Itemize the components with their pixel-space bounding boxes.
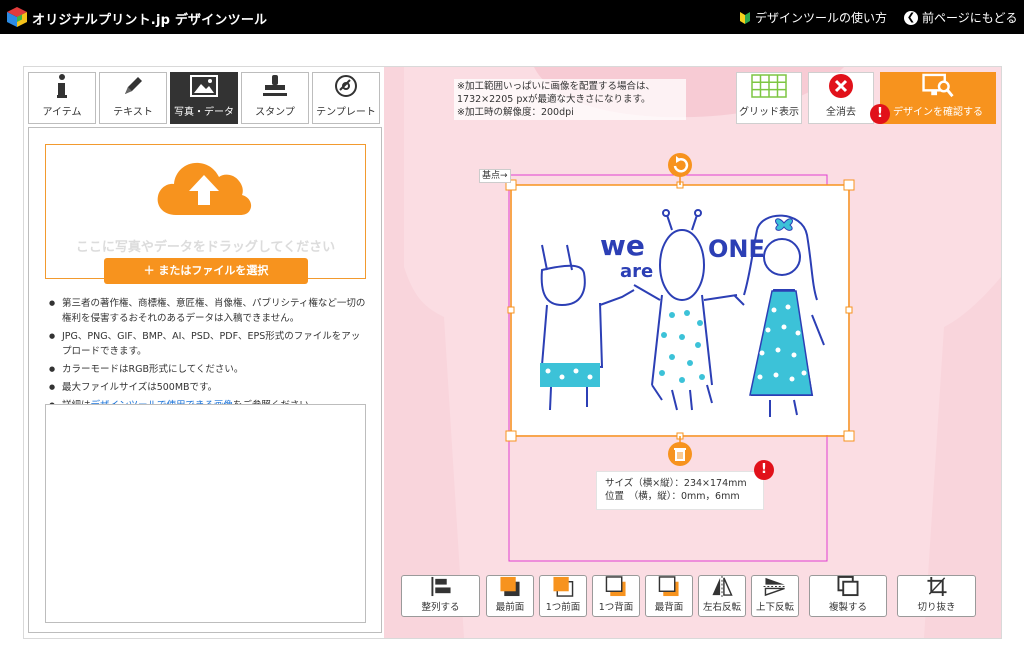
size-readout: サイズ（横×縦）：234×174mm xyxy=(605,478,747,489)
tab-stamp-label: スタンプ xyxy=(255,107,295,118)
send-backward-icon xyxy=(605,576,626,597)
note-item: カラーモードはRGB形式にしてください。 xyxy=(49,362,369,377)
rotate-icon[interactable] xyxy=(667,152,693,178)
flip-horizontal-label: 左右反転 xyxy=(702,602,741,613)
align-icon xyxy=(430,576,451,597)
confirm-design-label: デザインを確認する xyxy=(893,107,983,118)
tab-photo-data[interactable]: 写真・データ xyxy=(170,72,238,124)
warning-icon: ! xyxy=(870,104,890,124)
help-link[interactable]: デザインツールの使い方 xyxy=(738,9,887,26)
bring-forward-button[interactable]: 1つ前面 xyxy=(539,575,587,617)
crop-button[interactable]: 切り抜き xyxy=(897,575,976,617)
confirm-design-button[interactable]: デザインを確認する xyxy=(880,72,996,124)
send-backward-button[interactable]: 1つ背面 xyxy=(592,575,640,617)
duplicate-label: 複製する xyxy=(828,602,867,613)
tab-text-label: テキスト xyxy=(113,107,153,118)
drop-text: ここに写真やデータをドラッグしてください xyxy=(75,240,336,255)
grid-toggle-button[interactable]: グリッド表示 xyxy=(736,72,802,124)
size-position-info: サイズ（横×縦）：234×174mm 位置 （横，縦）：0mm，6mm xyxy=(596,471,764,510)
cloud-upload-icon xyxy=(157,162,252,215)
flip-vertical-icon xyxy=(763,577,787,597)
beginner-mark-icon xyxy=(740,11,750,24)
print-size-hint: ※加工範囲いっぱいに画像を配置する場合は、 1732×2205 pxが最適な大き… xyxy=(454,79,686,120)
tab-photo-data-label: 写真・データ xyxy=(174,107,234,118)
help-link-label: デザインツールの使い方 xyxy=(755,11,888,25)
crop-icon xyxy=(926,576,947,597)
back-arrow-icon: ❮ xyxy=(904,10,918,25)
info-icon xyxy=(47,73,77,99)
upload-panel: ここに写真やデータをドラッグしてください ＋ またはファイルを選択 第三者の著作… xyxy=(28,127,382,633)
base-point-label: 基点→ xyxy=(479,169,511,183)
resize-handle-sw xyxy=(505,430,517,442)
resize-handle-se xyxy=(843,430,855,442)
monitor-search-icon xyxy=(922,73,954,98)
back-link-label: 前ページにもどる xyxy=(922,11,1018,25)
align-label: 整列する xyxy=(421,602,460,613)
tab-item[interactable]: アイテム xyxy=(28,72,96,124)
tab-template-label: テンプレート xyxy=(316,107,376,118)
trash-icon[interactable] xyxy=(667,441,693,467)
top-bar: オリジナルプリント.jp デザインツール デザインツールの使い方 ❮ 前ページに… xyxy=(0,0,1024,34)
brand-title[interactable]: オリジナルプリント.jp デザインツール xyxy=(32,9,267,28)
tab-template[interactable]: テンプレート xyxy=(312,72,380,124)
upload-dropzone[interactable]: ここに写真やデータをドラッグしてください ＋ またはファイルを選択 xyxy=(45,144,366,284)
stamp-icon xyxy=(260,73,290,99)
hint-line: ※加工時の解像度：200dpi xyxy=(457,107,574,118)
send-to-back-label: 最背面 xyxy=(654,602,684,613)
bring-to-front-button[interactable]: 最前面 xyxy=(486,575,534,617)
resize-handle-ne xyxy=(843,179,855,191)
grid-toggle-label: グリッド表示 xyxy=(739,107,799,118)
select-file-button[interactable]: ＋ またはファイルを選択 xyxy=(104,258,308,284)
align-button[interactable]: 整列する xyxy=(401,575,480,617)
tab-text[interactable]: テキスト xyxy=(99,72,167,124)
brand-logo-icon xyxy=(7,7,27,27)
pen-icon xyxy=(118,73,148,99)
clear-all-button[interactable]: 全消去 xyxy=(808,72,874,124)
selection-box[interactable] xyxy=(504,150,858,470)
clear-all-label: 全消去 xyxy=(826,107,856,118)
send-to-back-icon xyxy=(658,576,679,597)
upload-notes: 第三者の著作権、商標権、意匠権、肖像権、パブリシティ権など一切の権利を侵害するお… xyxy=(49,296,369,416)
uploaded-images-list[interactable] xyxy=(45,404,366,623)
hint-line: ※加工範囲いっぱいに画像を配置する場合は、 xyxy=(457,81,655,92)
bring-to-front-label: 最前面 xyxy=(495,602,525,613)
flip-horizontal-button[interactable]: 左右反転 xyxy=(698,575,746,617)
note-item: 最大ファイルサイズは500MBです。 xyxy=(49,380,369,395)
back-link[interactable]: ❮ 前ページにもどる xyxy=(904,9,1018,26)
crop-label: 切り抜き xyxy=(917,602,956,613)
hint-line: 1732×2205 pxが最適な大きさになります。 xyxy=(457,94,651,105)
position-readout: 位置 （横，縦）：0mm，6mm xyxy=(605,491,740,502)
tool-tabs: アイテム テキスト 写真・データ スタンプ テンプレート xyxy=(28,72,382,124)
bring-to-front-icon xyxy=(500,576,520,597)
note-item: JPG、PNG、GIF、BMP、AI、PSD、PDF、EPS形式のファイルをアッ… xyxy=(49,329,369,359)
bring-forward-icon xyxy=(553,576,574,597)
template-icon xyxy=(331,73,361,99)
flip-vertical-button[interactable]: 上下反転 xyxy=(751,575,799,617)
image-icon xyxy=(189,73,219,99)
close-circle-icon xyxy=(829,74,853,98)
note-item: 第三者の著作権、商標権、意匠権、肖像権、パブリシティ権など一切の権利を侵害するお… xyxy=(49,296,369,326)
bring-forward-label: 1つ前面 xyxy=(545,602,581,613)
duplicate-button[interactable]: 複製する xyxy=(809,575,887,617)
tab-stamp[interactable]: スタンプ xyxy=(241,72,309,124)
warning-icon: ! xyxy=(754,460,774,480)
duplicate-icon xyxy=(837,576,859,597)
flip-horizontal-icon xyxy=(712,576,733,597)
send-backward-label: 1つ背面 xyxy=(598,602,634,613)
flip-vertical-label: 上下反転 xyxy=(755,602,794,613)
tab-item-label: アイテム xyxy=(42,107,82,118)
send-to-back-button[interactable]: 最背面 xyxy=(645,575,693,617)
grid-icon xyxy=(751,74,787,98)
